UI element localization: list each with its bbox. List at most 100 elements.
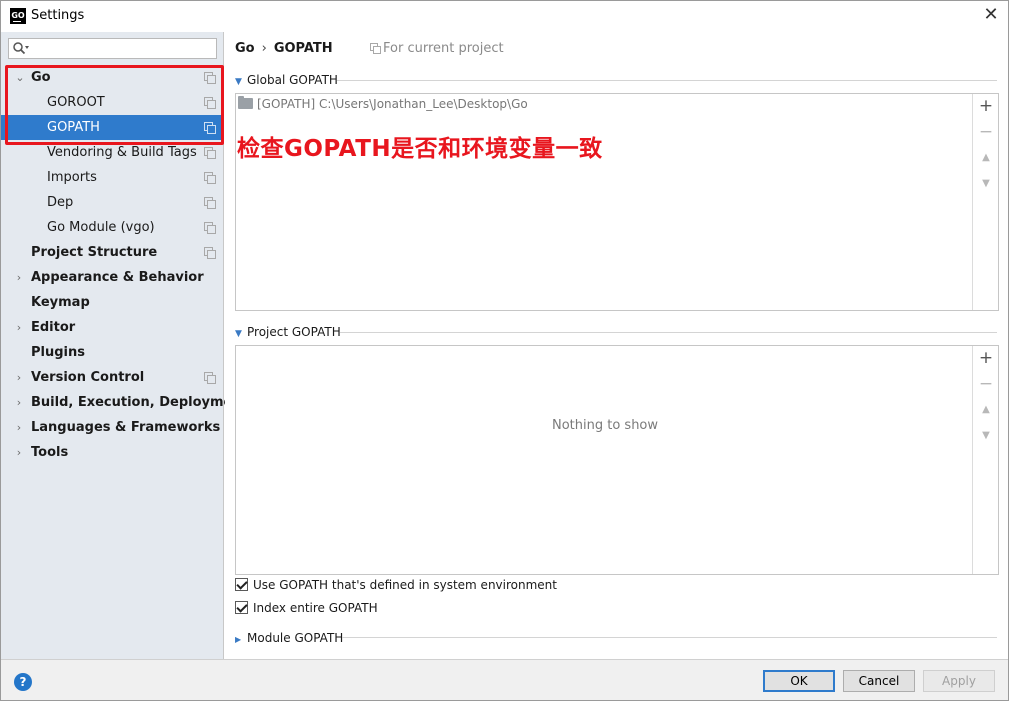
project-scope-icon bbox=[204, 372, 216, 384]
move-down-icon[interactable]: ▼ bbox=[977, 175, 995, 193]
chevron-down-icon[interactable]: ⌄ bbox=[14, 65, 26, 90]
use-system-gopath-checkbox[interactable]: Use GOPATH that's defined in system envi… bbox=[235, 577, 557, 595]
sidebar-item-label: GOPATH bbox=[47, 120, 100, 135]
settings-content: Go › GOPATH For current project ▼ Global GO… bbox=[225, 32, 1008, 659]
add-icon[interactable]: + bbox=[977, 97, 995, 115]
global-gopath-toolbar: + − ▲ ▼ bbox=[972, 94, 998, 310]
annotation-text: 检查GOPATH是否和环境变量一致 bbox=[237, 136, 603, 162]
sidebar-item-label: Imports bbox=[47, 170, 97, 185]
settings-tree: ⌄ Go GOROOT GOPATH Vendoring & Build Tag… bbox=[1, 65, 248, 465]
search-input[interactable] bbox=[33, 40, 213, 57]
chevron-right-icon[interactable]: › bbox=[13, 390, 25, 415]
title-bar: GO Settings ✕ bbox=[1, 1, 1008, 32]
project-gopath-title: Project GOPATH bbox=[247, 325, 341, 339]
move-up-icon[interactable]: ▲ bbox=[977, 401, 995, 419]
project-gopath-header[interactable]: ▼ Project GOPATH bbox=[235, 325, 341, 339]
cancel-button[interactable]: Cancel bbox=[843, 670, 915, 692]
sidebar-item-label: Project Structure bbox=[31, 245, 158, 260]
chevron-right-icon[interactable]: › bbox=[13, 440, 25, 465]
sidebar-item-languages[interactable]: › Languages & Frameworks bbox=[1, 415, 223, 440]
sidebar-item-label: Go Module (vgo) bbox=[47, 220, 155, 235]
sidebar-item-dep[interactable]: Dep bbox=[1, 190, 223, 215]
breadcrumb-current: GOPATH bbox=[273, 41, 333, 56]
project-scope-icon bbox=[204, 122, 216, 134]
sidebar-item-label: Plugins bbox=[31, 345, 85, 360]
sidebar-item-editor[interactable]: › Editor bbox=[1, 315, 223, 340]
project-scope-icon bbox=[204, 72, 216, 84]
project-scope-icon bbox=[204, 247, 216, 259]
triangle-down-icon: ▼ bbox=[235, 329, 242, 339]
chevron-right-icon[interactable]: › bbox=[13, 265, 25, 290]
sidebar-item-gopath[interactable]: GOPATH bbox=[1, 115, 223, 140]
sidebar-item-vendoring[interactable]: Vendoring & Build Tags bbox=[1, 140, 223, 165]
global-gopath-title: Global GOPATH bbox=[247, 73, 338, 87]
chevron-right-icon[interactable]: › bbox=[13, 365, 25, 390]
sidebar-item-version-control[interactable]: › Version Control bbox=[1, 365, 223, 390]
move-up-icon[interactable]: ▲ bbox=[977, 149, 995, 167]
sidebar-item-label: Appearance & Behavior bbox=[31, 270, 204, 285]
sidebar-item-label: Version Control bbox=[31, 370, 145, 385]
global-gopath-header[interactable]: ▼ Global GOPATH bbox=[235, 73, 338, 87]
goland-app-icon: GO bbox=[10, 8, 26, 24]
search-field[interactable] bbox=[8, 38, 217, 59]
checkbox-label: Index entire GOPATH bbox=[253, 601, 378, 615]
close-icon[interactable]: ✕ bbox=[982, 5, 1000, 25]
chevron-right-icon[interactable]: › bbox=[13, 315, 25, 340]
checkbox-label: Use GOPATH that's defined in system envi… bbox=[253, 578, 557, 592]
gopath-tag: [GOPATH] bbox=[257, 97, 316, 111]
search-icon bbox=[13, 42, 29, 55]
project-scope-icon bbox=[370, 43, 381, 54]
settings-window: GO Settings ✕ ⌄ Go GOROOT GOPATH Vendori… bbox=[0, 0, 1009, 701]
gopath-path: C:\Users\Jonathan_Lee\Desktop\Go bbox=[319, 97, 528, 111]
sidebar-item-build-execution[interactable]: › Build, Execution, Deployment bbox=[1, 390, 248, 415]
global-gopath-list[interactable]: [GOPATH] C:\Users\Jonathan_Lee\Desktop\G… bbox=[235, 93, 999, 311]
add-icon[interactable]: + bbox=[977, 349, 995, 367]
module-gopath-header[interactable]: ▶ Module GOPATH bbox=[235, 631, 343, 645]
sidebar-item-label: Vendoring & Build Tags bbox=[47, 145, 197, 160]
sidebar-item-label: Dep bbox=[47, 195, 74, 210]
divider bbox=[342, 637, 997, 638]
window-title: Settings bbox=[31, 8, 85, 23]
sidebar-item-appearance[interactable]: › Appearance & Behavior bbox=[1, 265, 223, 290]
project-scope-icon bbox=[204, 97, 216, 109]
sidebar-item-imports[interactable]: Imports bbox=[1, 165, 223, 190]
sidebar-item-label: Tools bbox=[31, 445, 69, 460]
sidebar-item-keymap[interactable]: Keymap bbox=[1, 290, 223, 315]
remove-icon[interactable]: − bbox=[977, 375, 995, 393]
empty-list-text: Nothing to show bbox=[551, 418, 659, 433]
module-gopath-title: Module GOPATH bbox=[247, 631, 344, 645]
breadcrumb: Go › GOPATH bbox=[235, 41, 333, 56]
sidebar-item-label: Languages & Frameworks bbox=[31, 420, 221, 435]
checkbox-checked-icon[interactable] bbox=[235, 578, 248, 591]
sidebar-item-label: GOROOT bbox=[47, 95, 105, 110]
project-scope-icon bbox=[204, 222, 216, 234]
remove-icon[interactable]: − bbox=[977, 123, 995, 141]
sidebar-item-label: Build, Execution, Deployment bbox=[31, 395, 248, 410]
checkbox-checked-icon[interactable] bbox=[235, 601, 248, 614]
scope-label: For current project bbox=[383, 41, 504, 56]
apply-button[interactable]: Apply bbox=[923, 670, 995, 692]
breadcrumb-separator: › bbox=[261, 41, 267, 56]
project-scope-icon bbox=[204, 172, 216, 184]
ok-button[interactable]: OK bbox=[763, 670, 835, 692]
sidebar-item-goroot[interactable]: GOROOT bbox=[1, 90, 223, 115]
sidebar-item-label: Editor bbox=[31, 320, 76, 335]
folder-icon bbox=[238, 96, 253, 109]
project-scope-icon bbox=[204, 147, 216, 159]
sidebar-item-plugins[interactable]: Plugins bbox=[1, 340, 223, 365]
divider bbox=[337, 80, 997, 81]
list-item[interactable]: [GOPATH] C:\Users\Jonathan_Lee\Desktop\G… bbox=[238, 96, 528, 112]
move-down-icon[interactable]: ▼ bbox=[977, 427, 995, 445]
sidebar-item-go-module[interactable]: Go Module (vgo) bbox=[1, 215, 223, 240]
dialog-footer: ? OK Cancel Apply bbox=[1, 659, 1008, 700]
sidebar-item-project-structure[interactable]: Project Structure bbox=[1, 240, 223, 265]
divider bbox=[340, 332, 997, 333]
index-entire-gopath-checkbox[interactable]: Index entire GOPATH bbox=[235, 600, 378, 618]
chevron-right-icon[interactable]: › bbox=[13, 415, 25, 440]
sidebar-item-go[interactable]: ⌄ Go bbox=[1, 65, 223, 90]
help-icon[interactable]: ? bbox=[14, 673, 32, 691]
triangle-down-icon: ▼ bbox=[235, 77, 242, 87]
settings-sidebar: ⌄ Go GOROOT GOPATH Vendoring & Build Tag… bbox=[1, 32, 248, 659]
sidebar-item-tools[interactable]: › Tools bbox=[1, 440, 223, 465]
project-gopath-list[interactable]: Nothing to show + − ▲ ▼ bbox=[235, 345, 999, 575]
